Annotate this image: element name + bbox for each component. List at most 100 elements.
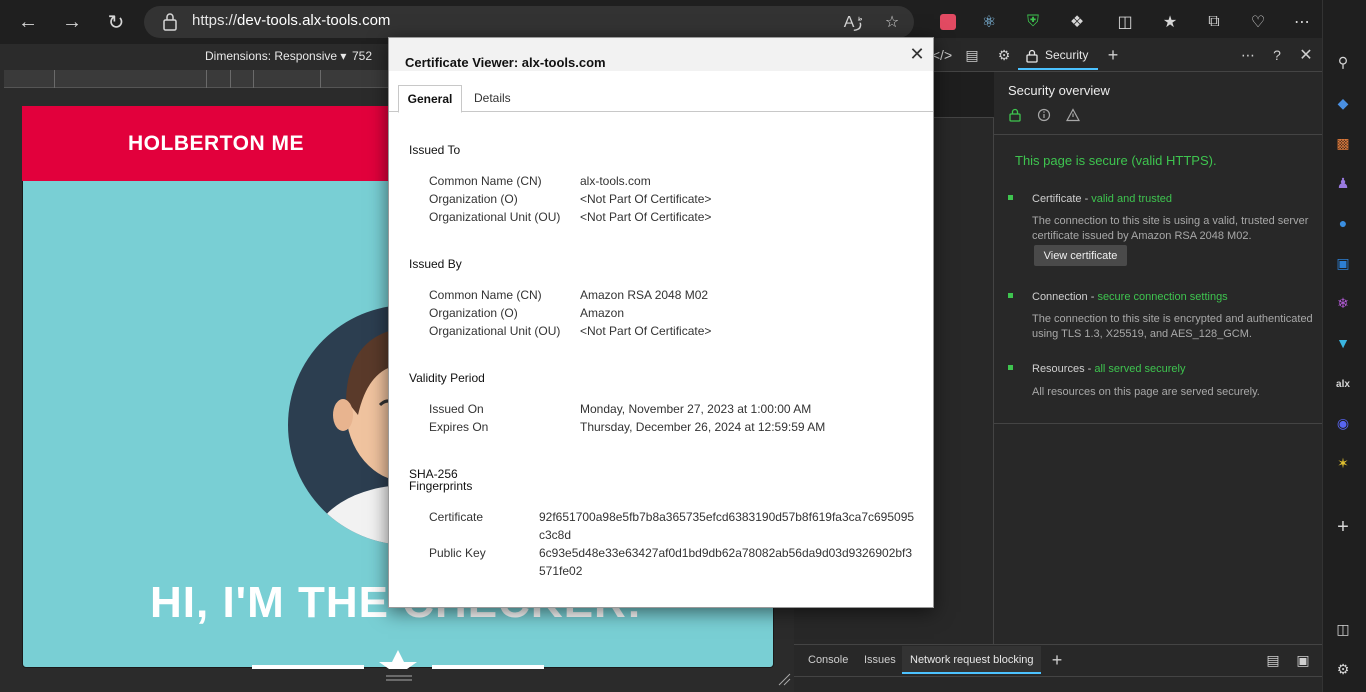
url-host: dev-tools.alx-tools.com [237, 12, 391, 29]
drop-icon[interactable]: ▼ [1332, 332, 1354, 354]
ruler-tick [206, 70, 207, 88]
drawer-tab-network-request-blocking[interactable]: Network request blocking [910, 654, 1034, 666]
url-text[interactable]: https://dev-tools.alx-tools.com [192, 12, 390, 29]
debugger-icon[interactable]: ⚙ [993, 44, 1015, 66]
certificate-heading: Certificate - valid and trusted [1032, 193, 1172, 205]
issued-by-heading: Issued By [409, 257, 462, 271]
read-aloud-icon[interactable]: Aڑ [841, 10, 865, 34]
shield-icon[interactable]: ⛨ [1021, 10, 1045, 34]
settings-gear-icon[interactable]: ⚙ [1332, 658, 1354, 680]
copilot-app-icon[interactable]: ● [1332, 212, 1354, 234]
url-scheme: https:// [192, 12, 238, 29]
certificate-fingerprint: 92f651700a98e5fb7b8a365735efcd6383190d57… [539, 510, 915, 542]
resources-head-label: Resources - [1032, 363, 1095, 375]
field-label: Common Name (CN) [429, 288, 542, 302]
info-icon[interactable] [1037, 108, 1051, 122]
drawer-tab-console[interactable]: Console [808, 654, 848, 666]
field-value: Amazon RSA 2048 M02 [580, 288, 709, 302]
connection-description: The connection to this site is encrypted… [1032, 313, 1313, 340]
security-main-status: This page is secure (valid HTTPS). [1015, 153, 1217, 168]
field-label: Organizational Unit (OU) [429, 210, 561, 224]
close-devtools-icon[interactable]: ✕ [1295, 44, 1317, 66]
back-icon[interactable]: ← [12, 6, 44, 38]
lock-icon[interactable] [162, 12, 178, 32]
drawer-content [794, 676, 1322, 692]
status-bullet [1008, 195, 1013, 200]
dialog-title: Certificate Viewer: alx-tools.com [405, 55, 606, 70]
drawer-dock-icon[interactable]: ▤ [1262, 649, 1284, 671]
field-label: Expires On [429, 420, 489, 434]
drawer-tab-issues[interactable]: Issues [864, 654, 896, 666]
field-value: Amazon [580, 306, 625, 320]
status-bullet [1008, 293, 1013, 298]
secure-lock-icon[interactable] [1009, 108, 1021, 122]
help-icon[interactable]: ? [1266, 44, 1288, 66]
add-tab-icon[interactable]: + [1102, 44, 1124, 66]
field-label: Organizational Unit (OU) [429, 324, 561, 338]
console-icon[interactable]: ▤ [961, 44, 983, 66]
favorite-star-icon[interactable]: ☆ [880, 10, 904, 34]
games-icon[interactable]: ♟ [1332, 172, 1354, 194]
certificate-status: valid and trusted [1091, 193, 1173, 205]
hero-decoration [252, 650, 544, 669]
warning-icon[interactable] [1066, 108, 1080, 122]
corner-resize-handle[interactable] [777, 672, 791, 686]
field-label: Public Key [429, 546, 486, 560]
designer-icon[interactable]: ❄ [1332, 292, 1354, 314]
ruler-tick [320, 70, 321, 88]
field-value: alx-tools.com [580, 174, 651, 188]
dialog-tabstrip [389, 84, 933, 112]
shopping-tag-icon[interactable]: ◆ [1332, 92, 1354, 114]
drawer-add-tab-icon[interactable]: + [1046, 649, 1068, 671]
field-value: Monday, November 27, 2023 at 1:00:00 AM [580, 402, 812, 416]
alx-icon[interactable]: alx [1332, 373, 1354, 395]
extension-icon[interactable] [936, 10, 960, 34]
react-icon[interactable]: ⚛ [977, 10, 1001, 34]
ruler-tick [54, 70, 55, 88]
forward-icon[interactable]: → [56, 6, 88, 38]
divider [994, 134, 1322, 135]
connection-heading: Connection - secure connection settings [1032, 291, 1228, 303]
add-sidebar-app-icon[interactable]: + [1332, 516, 1354, 538]
devtools-more-icon[interactable]: ⋯ [1237, 44, 1259, 66]
field-value: <Not Part Of Certificate> [580, 210, 712, 224]
site-brand[interactable]: HOLBERTON ME [128, 132, 304, 156]
ruler-tick [230, 70, 231, 88]
tools-icon[interactable]: ▩ [1332, 132, 1354, 154]
favorites-icon[interactable]: ★ [1158, 10, 1182, 34]
dimensions-dropdown[interactable]: Dimensions: Responsive ▾ [205, 49, 346, 63]
browser-essentials-icon[interactable]: ♡ [1246, 10, 1270, 34]
resources-description: All resources on this page are served se… [1032, 386, 1260, 398]
public-key-fingerprint: 6c93e5d48e33e63427af0d1bd9db62a78082ab56… [539, 546, 913, 578]
field-label: Certificate [429, 510, 484, 524]
sources-icon[interactable]: </> [931, 44, 953, 66]
connection-status: secure connection settings [1097, 291, 1228, 303]
width-input[interactable]: 752 [352, 49, 372, 63]
field-label: Common Name (CN) [429, 174, 542, 188]
ruler-tick [253, 70, 254, 88]
resize-handle[interactable] [386, 674, 412, 682]
status-bullet [1008, 365, 1013, 370]
field-label: Organization (O) [429, 192, 518, 206]
field-value: Thursday, December 26, 2024 at 12:59:59 … [580, 420, 826, 434]
tab-security-label: Security [1045, 48, 1089, 62]
drawer-close-icon[interactable]: ▣ [1292, 649, 1314, 671]
security-lock-icon [1026, 49, 1038, 63]
tab-general[interactable]: General [398, 85, 462, 113]
refresh-icon[interactable]: ↻ [100, 6, 132, 38]
discord-icon[interactable]: ◉ [1332, 412, 1354, 434]
certificate-description: The connection to this site is using a v… [1032, 215, 1309, 242]
tab-details[interactable]: Details [474, 91, 511, 105]
outlook-icon[interactable]: ▣ [1332, 252, 1354, 274]
connection-head-label: Connection - [1032, 291, 1098, 303]
split-screen-icon[interactable]: ◫ [1113, 10, 1137, 34]
collections-icon[interactable]: ⧉ [1202, 10, 1226, 34]
more-menu-icon[interactable]: ⋯ [1290, 10, 1314, 34]
field-value: <Not Part Of Certificate> [580, 324, 712, 338]
search-icon[interactable]: ⚲ [1332, 51, 1354, 73]
network-icon[interactable]: ✶ [1332, 452, 1354, 474]
extensions-puzzle-icon[interactable]: ❖ [1065, 10, 1089, 34]
close-icon[interactable]: ✕ [906, 43, 928, 65]
sidebar-layout-icon[interactable]: ◫ [1332, 618, 1354, 640]
view-certificate-button[interactable]: View certificate [1034, 245, 1127, 266]
